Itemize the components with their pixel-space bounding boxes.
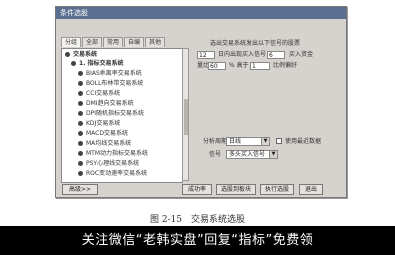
tree-root[interactable]: 交易系统 xyxy=(65,51,97,59)
execute-select-button[interactable]: 执行选股 xyxy=(260,184,294,195)
folder-icon xyxy=(71,61,76,66)
tree-item[interactable]: DMI趋向交易系统 xyxy=(78,100,134,108)
figure-caption: 图 2-15 交易系统选股 xyxy=(149,215,246,225)
tree-item[interactable]: PSY心理线交易系统 xyxy=(78,160,139,168)
tab-group[interactable]: 分组 xyxy=(61,37,82,47)
recent-data-label: 使用最近数据 xyxy=(285,138,322,145)
signal-label: 信号 xyxy=(209,151,222,158)
select-to-block-button[interactable]: 选股到板块 xyxy=(216,184,256,195)
formula-tree[interactable]: 交易系统 1. 指标交易系统 BIAS乖离率交易系统 BOLL布林带交易系统 C… xyxy=(61,48,183,183)
formula-icon xyxy=(78,111,83,116)
formula-icon xyxy=(78,71,83,76)
tree-item[interactable]: BOLL布林带交易系统 xyxy=(78,80,143,88)
tab-common[interactable]: 常用 xyxy=(103,37,124,47)
period-label: 分析周期 xyxy=(203,138,228,145)
tree-scrollbar[interactable] xyxy=(182,48,189,181)
tab-other[interactable]: 其他 xyxy=(145,37,166,47)
stock-selection-dialog: 条件选股 分组 全部 常用 自编 其他 交易系统 1. 指标交易系统 BIAS乖… xyxy=(55,6,347,198)
formula-icon xyxy=(78,91,83,96)
category-tabs: 分组 全部 常用 自编 其他 xyxy=(61,37,166,47)
promo-banner: 关注微信“老韩实盘”回复“指标”免费领 xyxy=(0,226,395,255)
buy-period-label: 日内出现买入信号 xyxy=(218,51,267,58)
formula-icon xyxy=(78,171,83,176)
tree-item[interactable]: MTM动力指标交易系统 xyxy=(78,150,148,158)
formula-icon xyxy=(78,151,83,156)
ratio-input[interactable]: 1 xyxy=(250,62,270,70)
tree-item[interactable]: CCI交易系统 xyxy=(78,90,120,98)
dialog-title: 条件选股 xyxy=(56,7,346,19)
tree-item[interactable]: KDJ交易系统 xyxy=(78,120,120,128)
panel-description: 选出交易系统发出以下信号的股票 xyxy=(210,40,301,47)
buy-signal-input[interactable]: 6 xyxy=(267,51,285,59)
tree-item[interactable]: MACD交易系统 xyxy=(78,130,128,138)
tree-item[interactable]: DPI随机指标交易系统 xyxy=(78,110,144,118)
ratio-suffix: 比例偏好 xyxy=(273,62,298,69)
signal-select[interactable]: 多头买入信号 ▼ xyxy=(226,150,278,159)
success-rate-button[interactable]: 成功率 xyxy=(182,184,212,195)
formula-icon xyxy=(78,81,83,86)
formula-icon xyxy=(78,131,83,136)
formula-icon xyxy=(78,161,83,166)
scrollbar-thumb[interactable] xyxy=(184,99,188,135)
tab-all[interactable]: 全部 xyxy=(82,37,103,47)
exit-button[interactable]: 退出 xyxy=(299,184,323,195)
tree-category-label: 1. 指标交易系统 xyxy=(79,60,124,67)
period-select[interactable]: 日线 ▼ xyxy=(226,137,270,146)
formula-icon xyxy=(78,101,83,106)
tree-item[interactable]: BIAS乖离率交易系统 xyxy=(78,70,142,78)
formula-icon xyxy=(78,141,83,146)
chevron-down-icon: ▼ xyxy=(261,138,269,145)
tree-category[interactable]: 1. 指标交易系统 xyxy=(71,60,124,68)
advanced-button[interactable]: 高级>> xyxy=(62,184,98,195)
buy-signal-label: 买入资金 xyxy=(289,51,314,58)
buy-period-input[interactable]: 12 xyxy=(197,51,215,59)
volume-input[interactable]: 60 xyxy=(208,62,226,70)
chevron-down-icon: ▼ xyxy=(269,151,277,158)
folder-icon xyxy=(65,52,70,57)
tab-custom[interactable]: 自编 xyxy=(124,37,145,47)
formula-icon xyxy=(78,121,83,126)
tree-item[interactable]: MA均线交易系统 xyxy=(78,140,131,148)
tree-root-label: 交易系统 xyxy=(73,51,98,58)
recent-data-checkbox[interactable] xyxy=(276,138,282,144)
ratio-label: % 高于 xyxy=(229,62,249,69)
tree-item[interactable]: ROC变动速率交易系统 xyxy=(78,170,147,178)
